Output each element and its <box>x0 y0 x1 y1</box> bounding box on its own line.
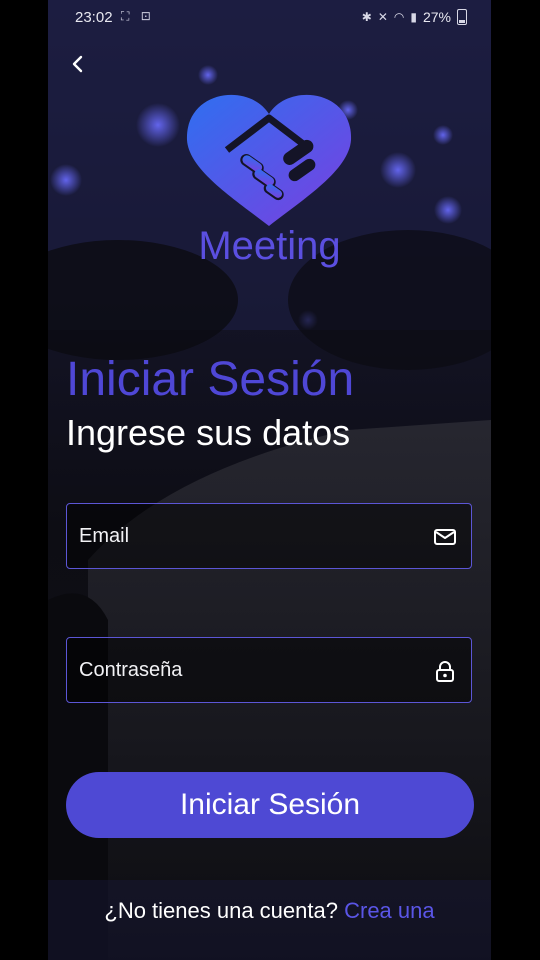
signup-link[interactable]: Crea una <box>344 898 435 923</box>
email-input[interactable] <box>67 504 471 568</box>
battery-percent: 27% <box>422 9 451 25</box>
screenshot-icon: ⛶ ⊡ <box>121 9 155 23</box>
signal-icon: ▮ <box>410 10 417 24</box>
lock-icon <box>436 661 454 682</box>
wifi-icon: ◠ <box>393 10 405 24</box>
mute-icon: ✕ <box>377 10 388 24</box>
chevron-left-icon <box>72 55 83 73</box>
page-title: Iniciar Sesión <box>66 353 355 406</box>
mail-icon <box>434 529 456 545</box>
handshake-heart-icon <box>186 94 352 226</box>
battery-icon <box>457 9 467 25</box>
brand-name: Meeting <box>198 224 341 268</box>
login-screen: 23:02 ⛶ ⊡ ✱ ✕ ◠ ▮ 27% Meeting Iniciar Se… <box>48 0 491 960</box>
password-field <box>66 637 472 703</box>
bluetooth-icon: ✱ <box>361 10 372 24</box>
email-field <box>66 503 472 569</box>
status-icons: ✱ ✕ ◠ ▮ 27% <box>362 9 467 25</box>
signup-row: ¿No tienes una cuenta? Crea una <box>48 898 491 924</box>
status-time: 23:02 <box>75 9 113 26</box>
status-bar: 23:02 ⛶ ⊡ ✱ ✕ ◠ ▮ 27% <box>48 0 491 34</box>
back-button[interactable] <box>62 48 94 80</box>
page-subtitle: Ingrese sus datos <box>66 412 351 453</box>
password-input[interactable] <box>67 638 471 702</box>
login-button[interactable]: Iniciar Sesión <box>66 772 474 838</box>
signup-prompt: ¿No tienes una cuenta? <box>104 898 338 923</box>
